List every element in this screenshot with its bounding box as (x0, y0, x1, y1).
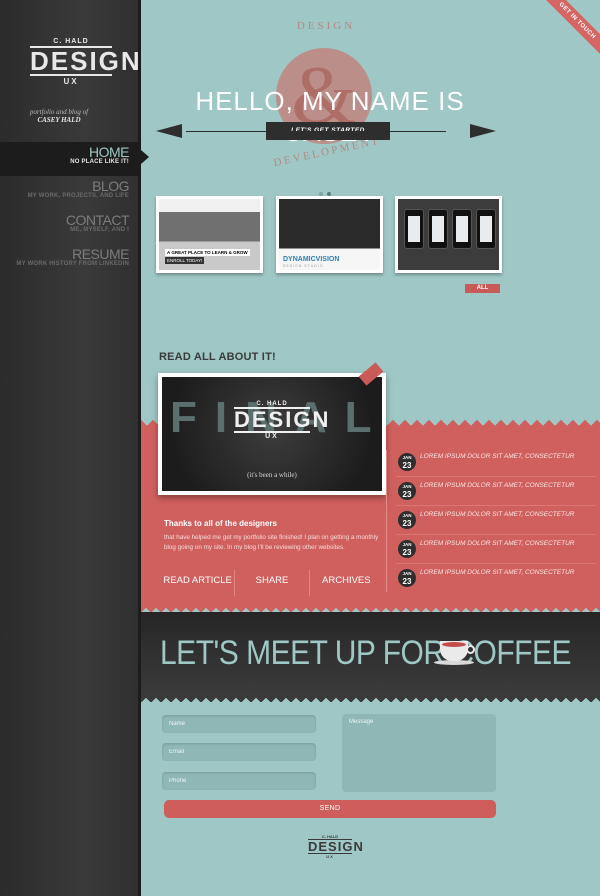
nav-item-subtitle: ME, MYSELF, AND I (70, 227, 129, 233)
divider (396, 505, 596, 506)
zigzag-divider-bottom (141, 604, 600, 612)
cup-handle-icon (466, 645, 475, 654)
nav-item-title: BLOG (92, 178, 129, 194)
phone-image (428, 209, 448, 249)
nav-item-subtitle: NO PLACE LIKE IT! (70, 159, 129, 165)
recent-post-title: LOREM IPSUM DOLOR SIT AMET, CONSECTETUR (420, 569, 575, 576)
message-field[interactable]: Message (342, 714, 496, 792)
portfolio-image: A GREAT PLACE TO LEARN & GROW ENROLL TOD… (159, 199, 260, 270)
logo-main-text: DESIGN (308, 839, 364, 854)
featured-logo: C. HALD DESIGN UX (234, 401, 331, 440)
date-badge: JAN 23 (398, 540, 416, 558)
name-field[interactable] (162, 715, 316, 733)
coffee-title: LET'S MEET UP FOR COFFEE (160, 634, 572, 672)
hero-arc-top-text: DESIGN (296, 20, 356, 32)
zigzag-divider (141, 694, 600, 702)
send-button[interactable]: SEND (164, 800, 496, 818)
thumb-caption: A GREAT PLACE TO LEARN & GROW (165, 249, 250, 256)
logo-bottom-text: UX (63, 77, 79, 86)
main-nav: HOME NO PLACE LIKE IT! BLOG MY WORK, PRO… (0, 142, 149, 278)
portfolio-thumb-2[interactable]: DYNAMICVISION DESIGN STUDIO (276, 196, 383, 273)
blog-actions: READ ARTICLE SHARE ARCHIVES (161, 570, 383, 596)
recent-post-title: LOREM IPSUM DOLOR SIT AMET, CONSECTETUR (420, 511, 575, 518)
featured-image-inner: FINALLY! C. HALD DESIGN UX (it's been a … (162, 377, 382, 491)
divider (396, 563, 596, 564)
tagline-name: CASEY HALD (37, 116, 81, 124)
portfolio-thumb-3[interactable] (395, 196, 502, 273)
nav-item-blog[interactable]: BLOG MY WORK, PROJECTS, AND LIFE (0, 176, 141, 210)
tagline-text: portfolio and blog of (29, 108, 89, 116)
recent-post-title: LOREM IPSUM DOLOR SIT AMET, CONSECTETUR (420, 540, 575, 547)
recent-post-title: LOREM IPSUM DOLOR SIT AMET, CONSECTETUR (420, 482, 575, 489)
recent-posts-list: JAN 23 LOREM IPSUM DOLOR SIT AMET, CONSEC… (396, 452, 596, 597)
nav-item-subtitle: MY WORK HISTORY FROM LINKEDIN (16, 261, 129, 267)
date-day: 23 (402, 490, 412, 499)
recent-post[interactable]: JAN 23 LOREM IPSUM DOLOR SIT AMET, CONSEC… (396, 539, 596, 568)
thumb-brand: DYNAMICVISION (283, 256, 340, 263)
read-article-link[interactable]: READ ARTICLE (161, 570, 236, 596)
footer-logo[interactable]: C. HALD DESIGN UX (308, 834, 364, 859)
blog-divider (386, 450, 387, 592)
email-field[interactable] (162, 743, 316, 761)
tagline: portfolio and blog of CASEY HALD (0, 108, 118, 124)
logo-main-text: DESIGN (234, 407, 331, 433)
archives-link[interactable]: ARCHIVES (310, 570, 383, 596)
recent-post[interactable]: JAN 23 LOREM IPSUM DOLOR SIT AMET, CONSEC… (396, 568, 596, 597)
date-day: 23 (402, 519, 412, 528)
nav-item-resume[interactable]: RESUME MY WORK HISTORY FROM LINKEDIN (0, 244, 141, 278)
date-badge: JAN 23 (398, 511, 416, 529)
nav-item-title: HOME (89, 144, 130, 160)
date-badge: JAN 23 (398, 569, 416, 587)
date-badge: JAN 23 (398, 453, 416, 471)
portfolio-thumb-1[interactable]: A GREAT PLACE TO LEARN & GROW ENROLL TOD… (156, 196, 263, 273)
nav-item-subtitle: MY WORK, PROJECTS, AND LIFE (27, 193, 129, 199)
all-projects-button[interactable]: ALL (465, 284, 500, 293)
nav-item-title: RESUME (72, 246, 129, 262)
banner-left-tail (156, 124, 182, 138)
post-title[interactable]: Thanks to all of the designers (164, 519, 277, 528)
recent-post[interactable]: JAN 23 LOREM IPSUM DOLOR SIT AMET, CONSEC… (396, 452, 596, 481)
portfolio-image: DYNAMICVISION DESIGN STUDIO (279, 199, 380, 270)
site-logo[interactable]: C. HALD DESIGN UX (30, 38, 142, 94)
blog-section-title: READ ALL ABOUT IT! (159, 351, 276, 363)
divider (396, 476, 596, 477)
banner-line (186, 131, 446, 132)
logo-bottom-text: UX (326, 854, 334, 859)
thumb-button: ENROLL TODAY! (165, 257, 205, 264)
phone-image (476, 209, 496, 249)
sidebar: C. HALD DESIGN UX portfolio and blog of … (0, 0, 149, 896)
share-link[interactable]: SHARE (235, 570, 310, 596)
nav-item-home[interactable]: HOME NO PLACE LIKE IT! (0, 142, 149, 176)
phone-image (404, 209, 424, 249)
coffee-cup-icon (440, 641, 468, 661)
get-in-touch-ribbon[interactable]: GET IN TOUCH (540, 0, 600, 58)
phone-image (452, 209, 472, 249)
recent-post-title: LOREM IPSUM DOLOR SIT AMET, CONSECTETUR (420, 453, 575, 460)
date-day: 23 (402, 461, 412, 470)
recent-post[interactable]: JAN 23 LOREM IPSUM DOLOR SIT AMET, CONSEC… (396, 510, 596, 539)
featured-post-image[interactable]: FINALLY! C. HALD DESIGN UX (it's been a … (158, 373, 386, 495)
divider (396, 534, 596, 535)
date-badge: JAN 23 (398, 482, 416, 500)
phone-field[interactable] (162, 772, 316, 790)
logo-bottom-text: UX (265, 433, 279, 440)
banner-right-tail (470, 124, 496, 138)
thumb-brand-sub: DESIGN STUDIO (283, 264, 324, 268)
date-day: 23 (402, 548, 412, 557)
date-day: 23 (402, 577, 412, 586)
nav-item-contact[interactable]: CONTACT ME, MYSELF, AND I (0, 210, 141, 244)
post-excerpt: that have helped me get my portfolio sit… (164, 534, 379, 551)
portfolio-image (398, 199, 499, 270)
logo-top-text: C. HALD (53, 38, 89, 45)
recent-post[interactable]: JAN 23 LOREM IPSUM DOLOR SIT AMET, CONSEC… (396, 481, 596, 510)
logo-main-text: DESIGN (30, 46, 142, 76)
featured-subtitle: (it's been a while) (247, 471, 297, 479)
nav-item-title: CONTACT (65, 212, 130, 228)
